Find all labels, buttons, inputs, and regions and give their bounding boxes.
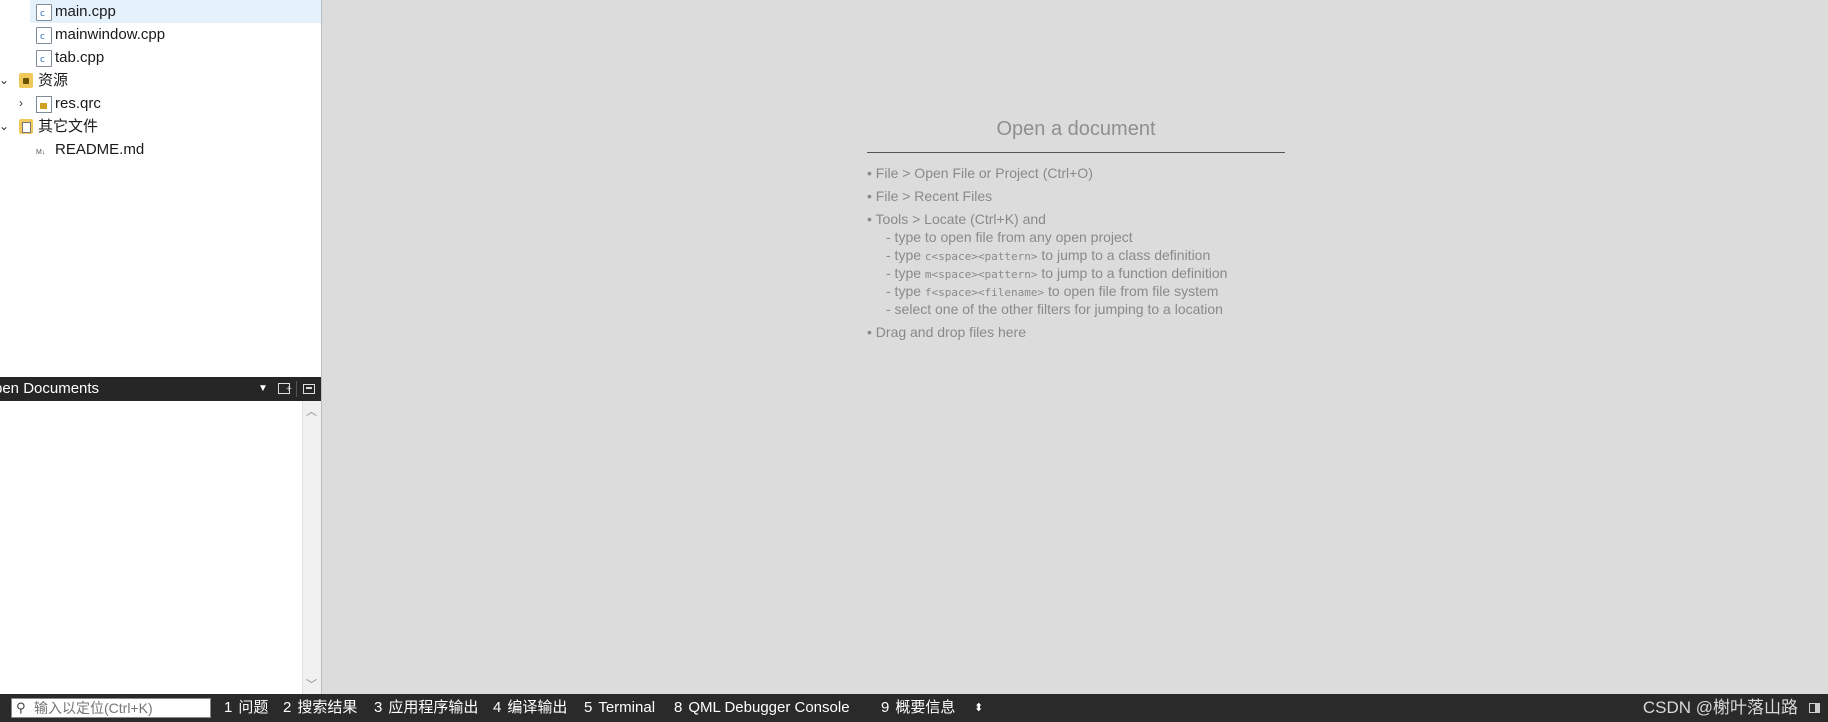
tree-item-res-qrc[interactable]: › res.qrc: [0, 92, 321, 115]
tab-qml-debugger-console[interactable]: 8 QML Debugger Console: [674, 694, 850, 722]
search-icon: ⚲: [16, 700, 26, 715]
chevron-down-icon[interactable]: ⌄: [0, 69, 10, 92]
tab-search-results[interactable]: 2 搜索结果: [283, 694, 357, 722]
locator-box[interactable]: ⚲: [11, 698, 211, 718]
hint-text: to jump to a class definition: [1037, 247, 1211, 263]
tree-item-label: 资源: [38, 72, 69, 89]
tab-number: 4: [493, 699, 502, 716]
hint-text: to jump to a function definition: [1037, 265, 1228, 281]
tree-item-readme-md[interactable]: README.md: [0, 138, 321, 164]
tab-number: 1: [224, 699, 233, 716]
tree-item-label: tab.cpp: [55, 49, 105, 66]
tab-terminal[interactable]: 5 Terminal: [584, 694, 655, 722]
tree-item-mainwindow-cpp[interactable]: mainwindow.cpp: [0, 23, 321, 49]
open-document-hint: Open a document • File > Open File or Pr…: [867, 112, 1285, 340]
tab-label: 应用程序输出: [388, 699, 479, 716]
cpp-file-icon: [36, 49, 52, 72]
hint-code: c<space><pattern>: [924, 250, 1038, 263]
open-document-heading: Open a document: [996, 118, 1156, 140]
locator-input[interactable]: [34, 699, 206, 717]
hint-sub-open-project: - type to open file from any open projec…: [886, 229, 1133, 245]
tab-general-messages[interactable]: 9 概要信息: [881, 694, 955, 722]
hint-text: - type: [886, 265, 925, 281]
header-separator: [296, 381, 297, 397]
open-documents-list[interactable]: [0, 401, 321, 694]
tab-label: 编译输出: [507, 699, 568, 716]
close-pane-icon[interactable]: [303, 384, 315, 394]
watermark-text: CSDN @榭叶落山路: [1642, 698, 1798, 717]
tab-label: 搜索结果: [297, 699, 358, 716]
cpp-file-icon: [36, 26, 52, 49]
dropdown-arrow-icon[interactable]: ▼: [258, 377, 268, 401]
open-documents-title: pen Documents: [0, 380, 100, 397]
chevron-right-icon[interactable]: ›: [15, 92, 27, 115]
tab-number: 3: [374, 699, 383, 716]
tab-label: Terminal: [598, 699, 656, 716]
hint-open-file: • File > Open File or Project (Ctrl+O): [867, 165, 1093, 181]
cpp-file-icon: [36, 3, 52, 26]
scroll-up-icon[interactable]: ︿: [306, 403, 317, 419]
tree-item-label: main.cpp: [55, 3, 116, 20]
tree-item-label: 其它文件: [38, 118, 99, 135]
markdown-file-icon: [36, 141, 48, 164]
resource-folder-icon: [19, 73, 33, 88]
hint-sub-class: - type c<space><pattern> to jump to a cl…: [886, 246, 1210, 266]
hint-code: m<space><pattern>: [924, 268, 1038, 281]
status-bar: ⚲ 1 问题 2 搜索结果 3 应用程序输出 4 编译输出 5 Terminal 8 QML…: [0, 694, 1828, 722]
tab-number: 9: [881, 699, 890, 716]
hint-text: to open file from file system: [1044, 283, 1219, 299]
split-view-icon[interactable]: [278, 378, 292, 402]
hint-recent-files: • File > Recent Files: [867, 188, 993, 204]
tab-issues[interactable]: 1 问题: [224, 694, 268, 722]
tab-compile-output[interactable]: 4 编译输出: [493, 694, 567, 722]
project-tree[interactable]: main.cpp mainwindow.cpp tab.cpp ⌄ 资源 › r…: [0, 0, 321, 377]
tab-number: 8: [674, 699, 683, 716]
open-documents-scrollbar[interactable]: ︿ ﹀: [302, 401, 321, 694]
toggle-sidebar-icon[interactable]: [1809, 703, 1820, 713]
tab-label: QML Debugger Console: [688, 699, 850, 716]
hint-drag-drop: • Drag and drop files here: [867, 324, 1026, 340]
other-files-folder-icon: [19, 119, 33, 134]
chevron-down-icon[interactable]: ⌄: [0, 115, 10, 138]
tree-item-label: mainwindow.cpp: [55, 26, 166, 43]
hint-locate: • Tools > Locate (Ctrl+K) and: [867, 211, 1046, 227]
tab-label: 概要信息: [895, 699, 956, 716]
tab-application-output[interactable]: 3 应用程序输出: [374, 694, 478, 722]
tree-item-tab-cpp[interactable]: tab.cpp: [0, 46, 321, 72]
hint-sub-file: - type f<space><filename> to open file f…: [886, 282, 1218, 302]
hint-code: f<space><filename>: [924, 286, 1045, 299]
scroll-down-icon[interactable]: ﹀: [306, 676, 317, 692]
hint-text: - type: [886, 283, 925, 299]
left-sidebar: main.cpp mainwindow.cpp tab.cpp ⌄ 资源 › r…: [0, 0, 322, 694]
tree-item-label: README.md: [55, 141, 145, 158]
tab-number: 5: [584, 699, 593, 716]
open-documents-header: pen Documents ▼: [0, 377, 321, 402]
hint-sub-function: - type m<space><pattern> to jump to a fu…: [886, 264, 1227, 284]
hint-sub-filters: - select one of the other filters for ju…: [886, 301, 1223, 317]
up-down-toggle-icon[interactable]: ⬍: [974, 694, 983, 722]
tab-label: 问题: [238, 699, 269, 716]
heading-rule: [867, 152, 1285, 153]
tree-item-main-cpp[interactable]: main.cpp: [0, 0, 321, 26]
qrc-file-icon: [36, 96, 52, 113]
tree-item-resources[interactable]: ⌄ 资源: [0, 69, 321, 92]
tree-item-other-files[interactable]: ⌄ 其它文件: [0, 115, 321, 138]
hint-text: - type: [886, 247, 925, 263]
tree-item-label: res.qrc: [55, 95, 101, 112]
tab-number: 2: [283, 699, 292, 716]
